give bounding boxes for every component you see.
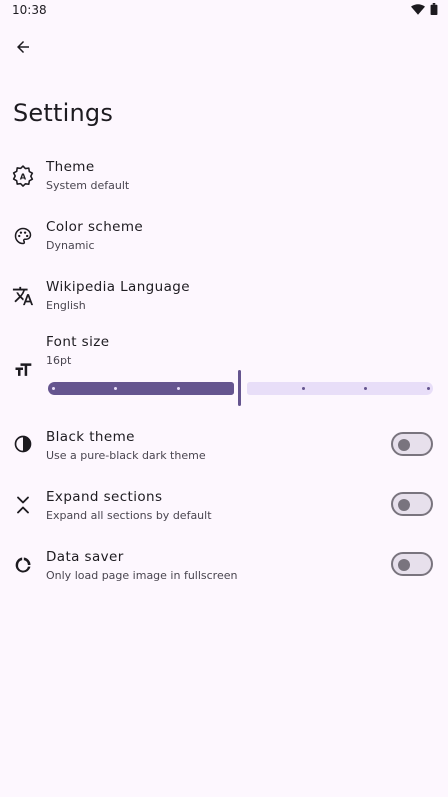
translate-icon bbox=[12, 285, 34, 307]
black-theme-title: Black theme bbox=[46, 429, 135, 445]
data-saver-title: Data saver bbox=[46, 549, 124, 565]
expand-sections-title: Expand sections bbox=[46, 489, 163, 505]
theme-title: Theme bbox=[46, 159, 95, 175]
slider-active-track[interactable] bbox=[48, 382, 234, 395]
slider-step-tick bbox=[426, 387, 430, 390]
setting-theme[interactable]: A Theme System default bbox=[0, 155, 448, 207]
contrast-icon bbox=[12, 433, 34, 455]
switch-knob bbox=[398, 499, 410, 511]
switch-knob bbox=[398, 559, 410, 571]
expand-sections-switch[interactable] bbox=[391, 492, 433, 516]
svg-text:A: A bbox=[20, 172, 27, 182]
language-title: Wikipedia Language bbox=[46, 279, 190, 295]
black-theme-subtitle: Use a pure-black dark theme bbox=[46, 449, 206, 462]
arrow-back-icon bbox=[17, 41, 29, 53]
status-time: 10:38 bbox=[12, 3, 47, 17]
slider-inactive-track[interactable] bbox=[247, 382, 433, 395]
status-bar: 10:38 bbox=[0, 0, 448, 22]
font-size-value: 16pt bbox=[46, 354, 72, 367]
data-saver-icon bbox=[12, 554, 34, 576]
battery-icon bbox=[430, 3, 438, 15]
setting-expand-sections[interactable]: Expand sections Expand all sections by d… bbox=[0, 485, 448, 537]
setting-wikipedia-language[interactable]: Wikipedia Language English bbox=[0, 275, 448, 327]
data-saver-subtitle: Only load page image in fullscreen bbox=[46, 569, 238, 582]
data-saver-switch[interactable] bbox=[391, 552, 433, 576]
expand-icon bbox=[12, 494, 34, 516]
palette-icon bbox=[12, 225, 34, 247]
color-scheme-title: Color scheme bbox=[46, 219, 144, 235]
switch-knob bbox=[398, 439, 410, 451]
slider-step-tick bbox=[301, 387, 305, 390]
font-size-slider[interactable] bbox=[48, 370, 433, 406]
slider-step-tick bbox=[176, 387, 180, 390]
slider-step-tick bbox=[51, 387, 55, 390]
theme-value: System default bbox=[46, 179, 130, 192]
theme-icon: A bbox=[12, 165, 34, 187]
slider-step-tick bbox=[114, 387, 117, 390]
color-scheme-value: Dynamic bbox=[46, 239, 95, 252]
font-size-title: Font size bbox=[46, 334, 110, 350]
expand-sections-subtitle: Expand all sections by default bbox=[46, 509, 212, 522]
setting-data-saver[interactable]: Data saver Only load page image in fulls… bbox=[0, 545, 448, 597]
status-icons bbox=[411, 3, 438, 15]
wifi-icon bbox=[411, 3, 425, 15]
language-value: English bbox=[46, 299, 86, 312]
slider-thumb[interactable] bbox=[238, 370, 241, 406]
setting-black-theme[interactable]: Black theme Use a pure-black dark theme bbox=[0, 425, 448, 477]
slider-step-tick bbox=[364, 387, 367, 390]
setting-color-scheme[interactable]: Color scheme Dynamic bbox=[0, 215, 448, 267]
page-title: Settings bbox=[13, 99, 114, 127]
black-theme-switch[interactable] bbox=[391, 432, 433, 456]
text-size-icon bbox=[12, 359, 34, 381]
back-button[interactable] bbox=[10, 34, 36, 60]
